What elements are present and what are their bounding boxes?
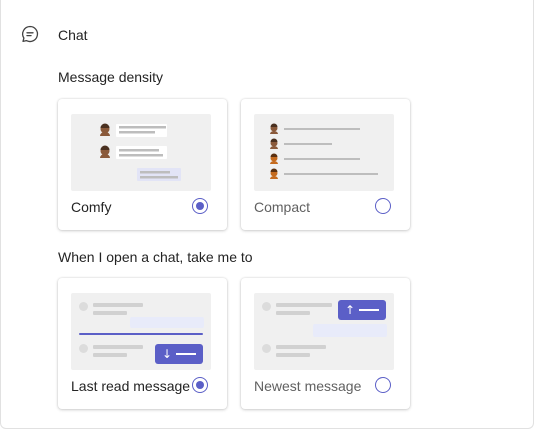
newest-label: Newest message xyxy=(254,378,362,394)
avatar-icon xyxy=(270,168,278,179)
density-option-comfy[interactable]: Comfy xyxy=(58,99,227,230)
open-option-newest[interactable]: ↑ Newest message xyxy=(241,278,410,409)
arrow-down-icon: ↓ xyxy=(162,347,173,361)
avatar-icon xyxy=(270,123,278,134)
compact-radio[interactable] xyxy=(375,198,391,214)
avatar-icon xyxy=(100,123,110,136)
avatar-icon xyxy=(270,153,278,164)
last-read-preview: ↓ xyxy=(71,293,211,370)
arrow-up-icon: ↑ xyxy=(345,303,356,317)
jump-up-button: ↑ xyxy=(338,300,386,320)
open-chat-label: When I open a chat, take me to xyxy=(58,249,253,265)
jump-down-button: ↓ xyxy=(155,344,203,364)
avatar-icon xyxy=(270,138,278,149)
comfy-preview xyxy=(71,114,211,191)
chat-bubble-icon xyxy=(20,24,40,44)
chat-header: Chat xyxy=(20,24,88,44)
last-read-label: Last read message xyxy=(71,378,191,394)
message-density-label: Message density xyxy=(58,69,164,85)
compact-preview-illustration xyxy=(270,123,378,179)
open-option-last-read[interactable]: ↓ Last read message xyxy=(58,278,227,409)
comfy-preview-illustration xyxy=(100,123,181,181)
newest-radio[interactable] xyxy=(375,377,391,393)
compact-label: Compact xyxy=(254,199,311,215)
newest-preview: ↑ xyxy=(254,293,394,370)
comfy-radio[interactable] xyxy=(192,198,208,214)
comfy-label: Comfy xyxy=(71,199,112,215)
density-option-compact[interactable]: Compact xyxy=(241,99,410,230)
avatar-icon xyxy=(100,145,110,158)
last-read-radio[interactable] xyxy=(192,377,208,393)
section-title: Chat xyxy=(58,27,88,43)
compact-preview xyxy=(254,114,394,191)
chat-settings-panel: Chat Message density Comfy Compact When … xyxy=(0,0,534,429)
last-read-marker xyxy=(79,333,203,335)
